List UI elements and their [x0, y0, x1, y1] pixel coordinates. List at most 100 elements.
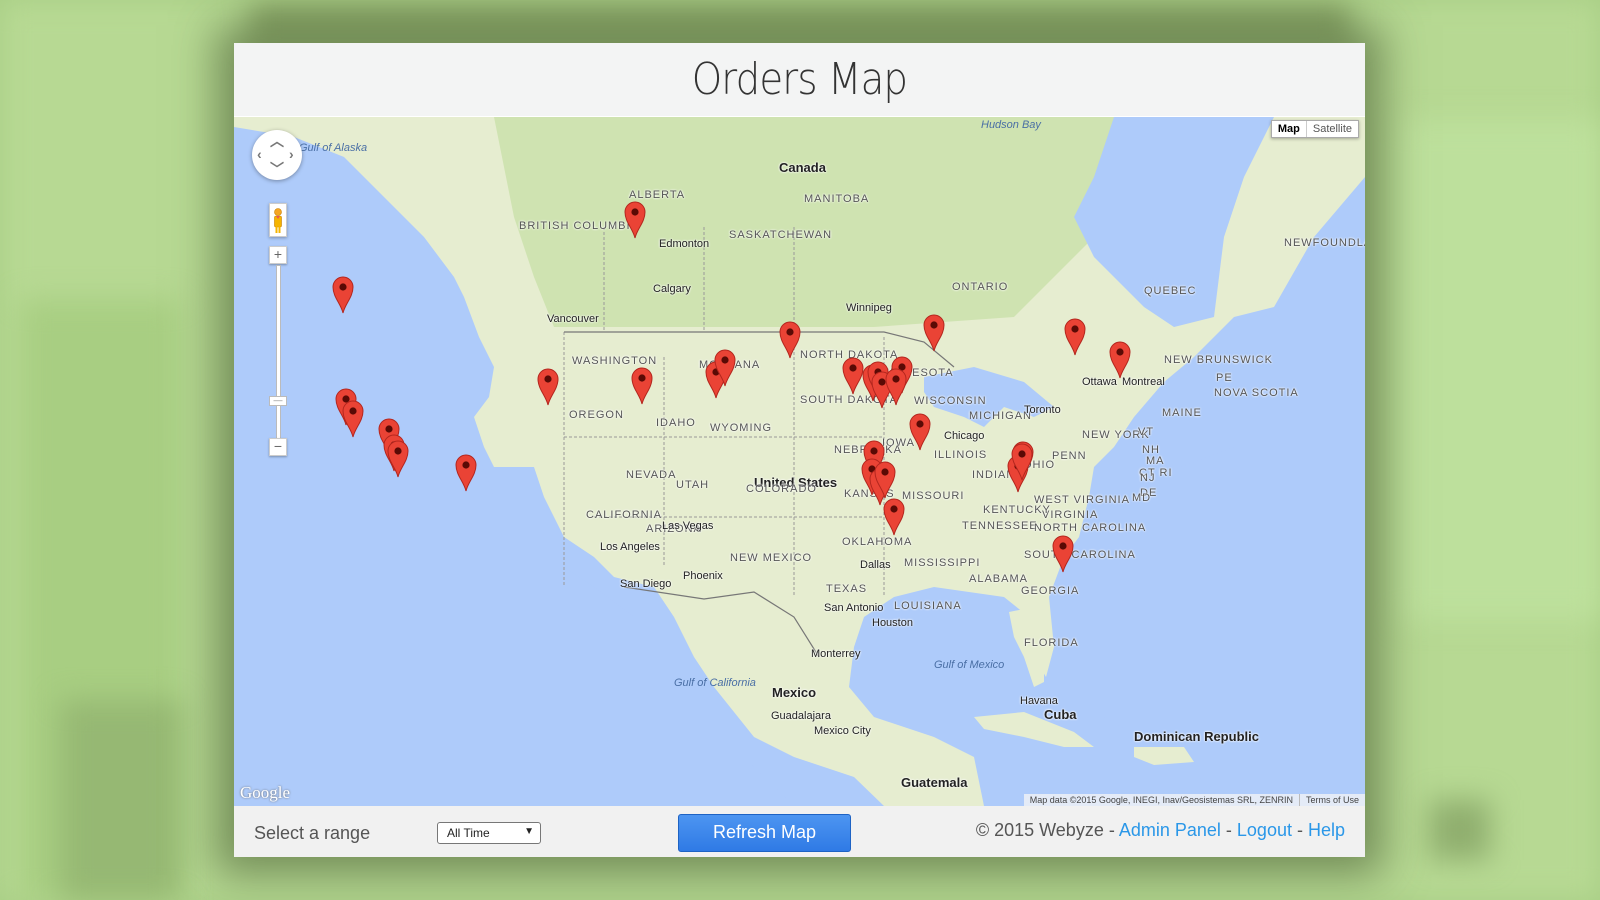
order-marker-pin-icon[interactable]: [332, 276, 354, 314]
orders-map-panel: Orders Map Canada United States Mexico Cuba…: [234, 43, 1365, 857]
order-marker-pin-icon[interactable]: [909, 413, 931, 451]
city-label: Dallas: [860, 559, 891, 571]
region-label: MISSISSIPPI: [904, 557, 981, 569]
zoom-slider-handle[interactable]: —: [269, 396, 287, 406]
order-marker-pin-icon[interactable]: [923, 314, 945, 352]
country-label: Cuba: [1044, 707, 1077, 722]
map-type-map-button[interactable]: Map: [1272, 121, 1307, 137]
region-label: BRITISH COLUMBIA: [519, 220, 639, 232]
region-label: WASHINGTON: [572, 355, 658, 367]
order-marker-pin-icon[interactable]: [455, 454, 477, 492]
zoom-slider-track[interactable]: [276, 265, 281, 445]
help-link[interactable]: Help: [1308, 820, 1345, 840]
water-label: Hudson Bay: [981, 119, 1041, 131]
region-label: ILLINOIS: [934, 449, 988, 461]
city-label: Chicago: [944, 430, 985, 442]
range-select[interactable]: All Time ▼: [437, 822, 541, 844]
city-label: Los Angeles: [600, 541, 660, 553]
region-label: OKLAHOMA: [842, 536, 913, 548]
region-label: GEORGIA: [1021, 585, 1080, 597]
region-label: MD: [1132, 492, 1152, 504]
country-label: Canada: [779, 160, 826, 175]
header: Orders Map: [234, 43, 1365, 117]
order-marker-pin-icon[interactable]: [779, 321, 801, 359]
city-label: San Diego: [620, 578, 672, 590]
region-label: COLORADO: [746, 483, 817, 495]
order-marker-pin-icon[interactable]: [387, 440, 409, 478]
region-label: TEXAS: [826, 583, 868, 595]
order-marker-pin-icon[interactable]: [342, 400, 364, 438]
pan-up-icon[interactable]: ︿: [270, 134, 284, 148]
pegman-icon: [274, 208, 282, 233]
region-label: MA: [1146, 455, 1165, 467]
region-label: FLORIDA: [1024, 637, 1079, 649]
order-marker-pin-icon[interactable]: [1109, 341, 1131, 379]
order-marker-pin-icon[interactable]: [874, 461, 896, 499]
separator: -: [1220, 820, 1237, 840]
separator: -: [1291, 820, 1308, 840]
admin-panel-link[interactable]: Admin Panel: [1119, 820, 1221, 840]
pan-right-icon[interactable]: ›: [289, 147, 294, 161]
terms-of-use-link[interactable]: Terms of Use: [1298, 794, 1365, 806]
map-canvas[interactable]: Canada United States Mexico Cuba Dominican R…: [234, 117, 1365, 806]
order-marker-pin-icon[interactable]: [624, 201, 646, 239]
logout-link[interactable]: Logout: [1237, 820, 1292, 840]
region-label: NOVA SCOTIA: [1214, 387, 1299, 399]
country-label: Dominican Republic: [1134, 729, 1259, 744]
region-label: WISCONSIN: [914, 395, 987, 407]
region-label: SASKATCHEWAN: [729, 229, 833, 241]
region-label: IDAHO: [656, 417, 696, 429]
country-label: Mexico: [772, 685, 817, 700]
region-label: NEW BRUNSWICK: [1164, 354, 1273, 366]
city-label: Guadalajara: [771, 710, 831, 722]
region-label: NORTH CAROLINA: [1034, 522, 1147, 534]
city-label: Edmonton: [659, 238, 710, 250]
city-label: Las Vegas: [662, 520, 714, 532]
region-label: NJ: [1140, 472, 1156, 484]
city-label: San Antonio: [824, 602, 884, 614]
pan-left-icon[interactable]: ‹: [257, 147, 262, 161]
region-label: ONTARIO: [952, 281, 1009, 293]
street-view-pegman[interactable]: [269, 203, 287, 237]
region-label: WYOMING: [710, 422, 772, 434]
pan-down-icon[interactable]: ﹀: [270, 162, 284, 176]
order-marker-pin-icon[interactable]: [631, 367, 653, 405]
region-label: TENNESSEE: [962, 520, 1038, 532]
region-label: NEVADA: [626, 469, 677, 481]
order-marker-pin-icon[interactable]: [714, 349, 736, 387]
pan-control[interactable]: ︿ ﹀ ‹ ›: [252, 130, 302, 180]
city-label: Phoenix: [683, 570, 723, 582]
region-label: UTAH: [676, 479, 710, 491]
order-marker-pin-icon[interactable]: [1011, 443, 1033, 481]
region-label: NEW MEXICO: [730, 552, 813, 564]
order-marker-pin-icon[interactable]: [885, 368, 907, 406]
city-label: Monterrey: [811, 648, 861, 660]
region-label: MAINE: [1162, 407, 1202, 419]
footer-bar: Select a range All Time ▼ Refresh Map © …: [234, 806, 1365, 857]
region-label: LOUISIANA: [894, 600, 962, 612]
range-select-value: All Time: [447, 826, 490, 840]
city-label: Calgary: [653, 283, 691, 295]
city-label: Houston: [872, 617, 913, 629]
footer-credits: © 2015 Webyze - Admin Panel - Logout - H…: [976, 820, 1345, 841]
order-marker-pin-icon[interactable]: [1064, 318, 1086, 356]
copyright-text: © 2015 Webyze -: [975, 820, 1119, 840]
page-title: Orders Map: [691, 54, 908, 105]
city-label: Vancouver: [547, 313, 599, 325]
dropdown-arrow-icon: ▼: [524, 826, 534, 837]
zoom-in-button[interactable]: +: [269, 246, 287, 264]
order-marker-pin-icon[interactable]: [537, 368, 559, 406]
region-label: QUEBEC: [1144, 285, 1197, 297]
region-label: CALIFORNIA: [586, 509, 663, 521]
refresh-map-button[interactable]: Refresh Map: [678, 814, 851, 852]
map-type-satellite-button[interactable]: Satellite: [1307, 121, 1358, 137]
region-label: OREGON: [569, 409, 624, 421]
region-label: PE: [1216, 372, 1233, 384]
range-label: Select a range: [254, 823, 371, 843]
city-label: Havana: [1020, 695, 1058, 707]
region-label: ALBERTA: [629, 189, 686, 201]
zoom-out-button[interactable]: −: [269, 438, 287, 456]
order-marker-pin-icon[interactable]: [1052, 535, 1074, 573]
order-marker-pin-icon[interactable]: [842, 357, 864, 395]
hispaniola: [1134, 747, 1194, 765]
